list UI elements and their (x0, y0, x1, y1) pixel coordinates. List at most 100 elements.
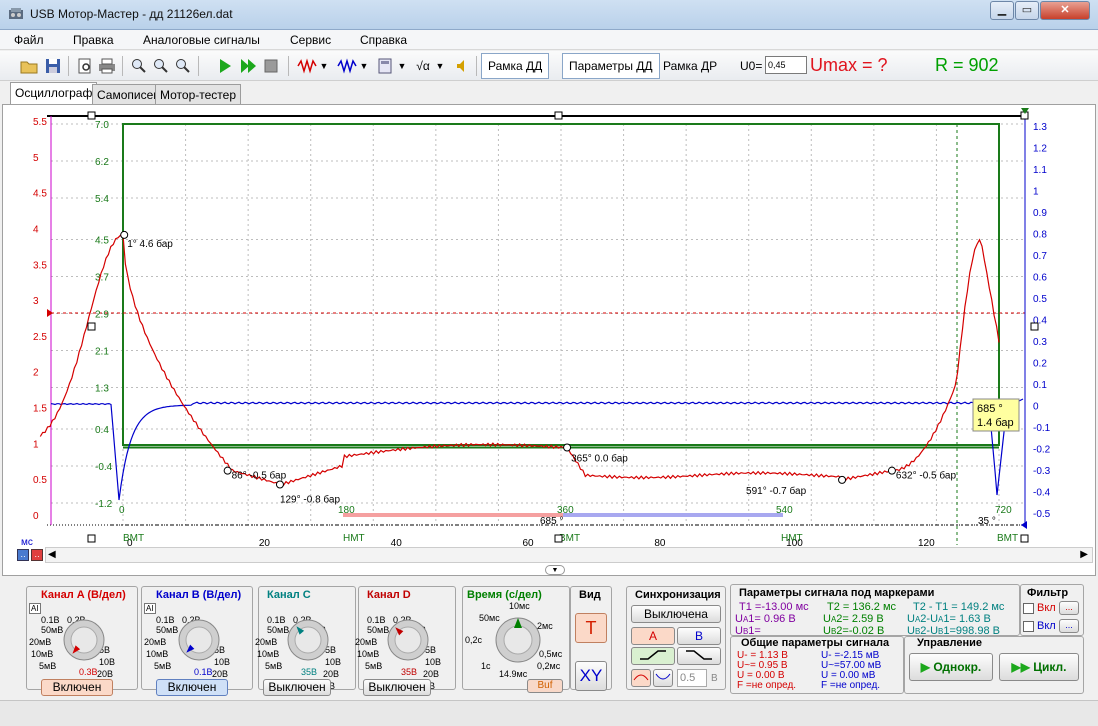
marker-point[interactable] (223, 466, 232, 475)
u0-field[interactable] (765, 56, 807, 74)
signal-b-icon[interactable] (336, 55, 358, 77)
horizontal-scrollbar[interactable]: ◀ ▶ (45, 547, 1093, 563)
dt-value: T2 - T1 = 149.2 мс (913, 601, 1005, 613)
frame-dr-button[interactable]: Рамка ДР (656, 53, 724, 79)
chevron-down-icon[interactable]: ▼ (434, 55, 446, 77)
channel-toggle-button[interactable]: Выключен (363, 679, 431, 696)
sound-icon[interactable] (452, 55, 474, 77)
channel-toggle-button[interactable]: Включен (41, 679, 113, 696)
blue-corner-arrow[interactable] (1021, 521, 1027, 529)
ai-toggle[interactable]: AI (144, 603, 156, 614)
filter-b-checkbox[interactable] (1023, 621, 1034, 632)
menu-analog[interactable]: Аналоговые сигналы (143, 33, 260, 47)
zoom-out-icon[interactable] (172, 55, 194, 77)
scroll-right-icon[interactable]: ▶ (1080, 549, 1088, 560)
channel-knob[interactable] (176, 617, 222, 663)
sync-off-button[interactable]: Выключена (631, 605, 721, 623)
play-cycle-icon: ▶▶ (1011, 660, 1034, 674)
channel-group: Канал A (В/дел)AI0.1В0.2В1В2В50мВ5В20мВ1… (26, 586, 138, 696)
save-icon[interactable] (42, 55, 64, 77)
channel-knob[interactable] (285, 617, 331, 663)
filter-b-more-button[interactable]: ... (1059, 619, 1079, 633)
formula-icon[interactable]: √α (412, 55, 434, 77)
green-axis-tick: 5.4 (95, 194, 109, 205)
right-axis-tick: 0.8 (1033, 230, 1047, 241)
menu-file[interactable]: Файл (14, 33, 44, 47)
right-axis-tick: 0.6 (1033, 273, 1047, 284)
filter-a-checkbox[interactable] (1023, 603, 1034, 614)
preview-icon[interactable] (74, 55, 96, 77)
chevron-down-icon[interactable]: ▼ (396, 55, 408, 77)
knob-label: 50мВ (156, 625, 179, 635)
menu-service[interactable]: Сервис (290, 33, 331, 47)
menu-help[interactable]: Справка (360, 33, 407, 47)
xy-mode-button[interactable]: XY (575, 661, 607, 691)
minimize-button[interactable]: ▁ (990, 1, 1014, 20)
t2-value: T2 = 136.2 мс (827, 601, 897, 613)
marker-point[interactable] (838, 475, 847, 484)
red-level-arrow[interactable] (47, 309, 53, 317)
calculator-icon[interactable] (374, 55, 396, 77)
signal-a-icon[interactable] (296, 55, 318, 77)
single-run-button[interactable]: ▶ Однокр. (909, 653, 993, 681)
phase-label: 685 ° (540, 516, 563, 527)
channel-knob[interactable] (61, 617, 107, 663)
zoom-icon[interactable] (128, 55, 150, 77)
sync-b-button[interactable]: B (677, 627, 721, 645)
channel-toggle-button[interactable]: Выключен (263, 679, 331, 696)
phase-label: 35 ° (978, 516, 996, 527)
menu-edit[interactable]: Правка (73, 33, 114, 47)
cycle-run-button[interactable]: ▶▶ Цикл. (999, 653, 1079, 681)
filter-a-more-button[interactable]: ... (1059, 601, 1079, 615)
ms-unit-toggle-a[interactable]: ‥ (17, 549, 29, 561)
open-icon[interactable] (18, 55, 40, 77)
green-axis-tick: 6.2 (95, 157, 109, 168)
ua1-value: UA1= 0.96 В (735, 613, 796, 625)
tab-oscilloscope[interactable]: Осциллограф (10, 82, 98, 104)
marker-point[interactable] (120, 230, 129, 239)
sync-fall-icon[interactable] (677, 647, 721, 665)
filter-b-label: Вкл (1037, 620, 1056, 632)
zoom-in-icon[interactable] (150, 55, 172, 77)
sync-mode-a-icon[interactable] (631, 669, 651, 687)
buf-button[interactable]: Buf (527, 679, 563, 693)
left-axis-tick: 2.5 (33, 332, 47, 343)
maximize-button[interactable]: ▭ (1015, 1, 1039, 20)
sync-level-input[interactable] (677, 669, 707, 687)
t-mode-button[interactable]: T (575, 613, 607, 643)
collapse-panel-icon[interactable]: ▼ (545, 565, 565, 575)
sync-mode-b-icon[interactable] (653, 669, 673, 687)
print-icon[interactable] (96, 55, 118, 77)
time-knob[interactable] (493, 615, 543, 665)
sync-rise-icon[interactable] (631, 647, 675, 665)
scroll-left-icon[interactable]: ◀ (48, 549, 56, 560)
ai-toggle[interactable]: AI (29, 603, 41, 614)
right-axis-tick: 0.9 (1033, 208, 1047, 219)
separator (68, 56, 69, 76)
frame-dd-button[interactable]: Рамка ДД (481, 53, 550, 79)
stop-icon[interactable] (260, 55, 282, 77)
chevron-down-icon[interactable]: ▼ (318, 55, 330, 77)
sync-a-button[interactable]: A (631, 627, 675, 645)
marker-point[interactable] (275, 480, 284, 489)
channel-knob[interactable] (385, 617, 431, 663)
channel-toggle-button[interactable]: Включен (156, 679, 228, 696)
chevron-down-icon[interactable]: ▼ (358, 55, 370, 77)
play-icon[interactable] (214, 55, 236, 77)
close-button[interactable]: ✕ (1040, 1, 1090, 20)
knob-label: 10мВ (357, 649, 380, 659)
ms-unit-toggle-b[interactable]: ‥ (31, 549, 43, 561)
marker-point[interactable] (563, 443, 572, 452)
oscilloscope-plot[interactable]: 5.5 5 4.5 4 3.5 3 2.5 2 1.5 1 0.5 0 7.0 6.2 5.4 4.5 3.7 2… (2, 104, 1096, 576)
channel-value: 35В (301, 667, 318, 677)
play-cycle-icon[interactable] (238, 55, 260, 77)
degree-tick: 360 (557, 505, 574, 516)
knob-label: 0.1В (41, 615, 60, 625)
green-axis-tick: -1.2 (95, 499, 113, 510)
plot-canvas[interactable]: 5.5 5 4.5 4 3.5 3 2.5 2 1.5 1 0.5 0 7.0 6.2 5.4 4.5 3.7 2… (3, 105, 1095, 575)
params-dd-button[interactable]: Параметры ДД (562, 53, 660, 79)
grid (51, 123, 1025, 525)
right-axis-tick: 1 (1033, 187, 1039, 198)
marker-point[interactable] (887, 466, 896, 475)
tab-motor-tester[interactable]: Мотор-тестер (155, 84, 241, 104)
